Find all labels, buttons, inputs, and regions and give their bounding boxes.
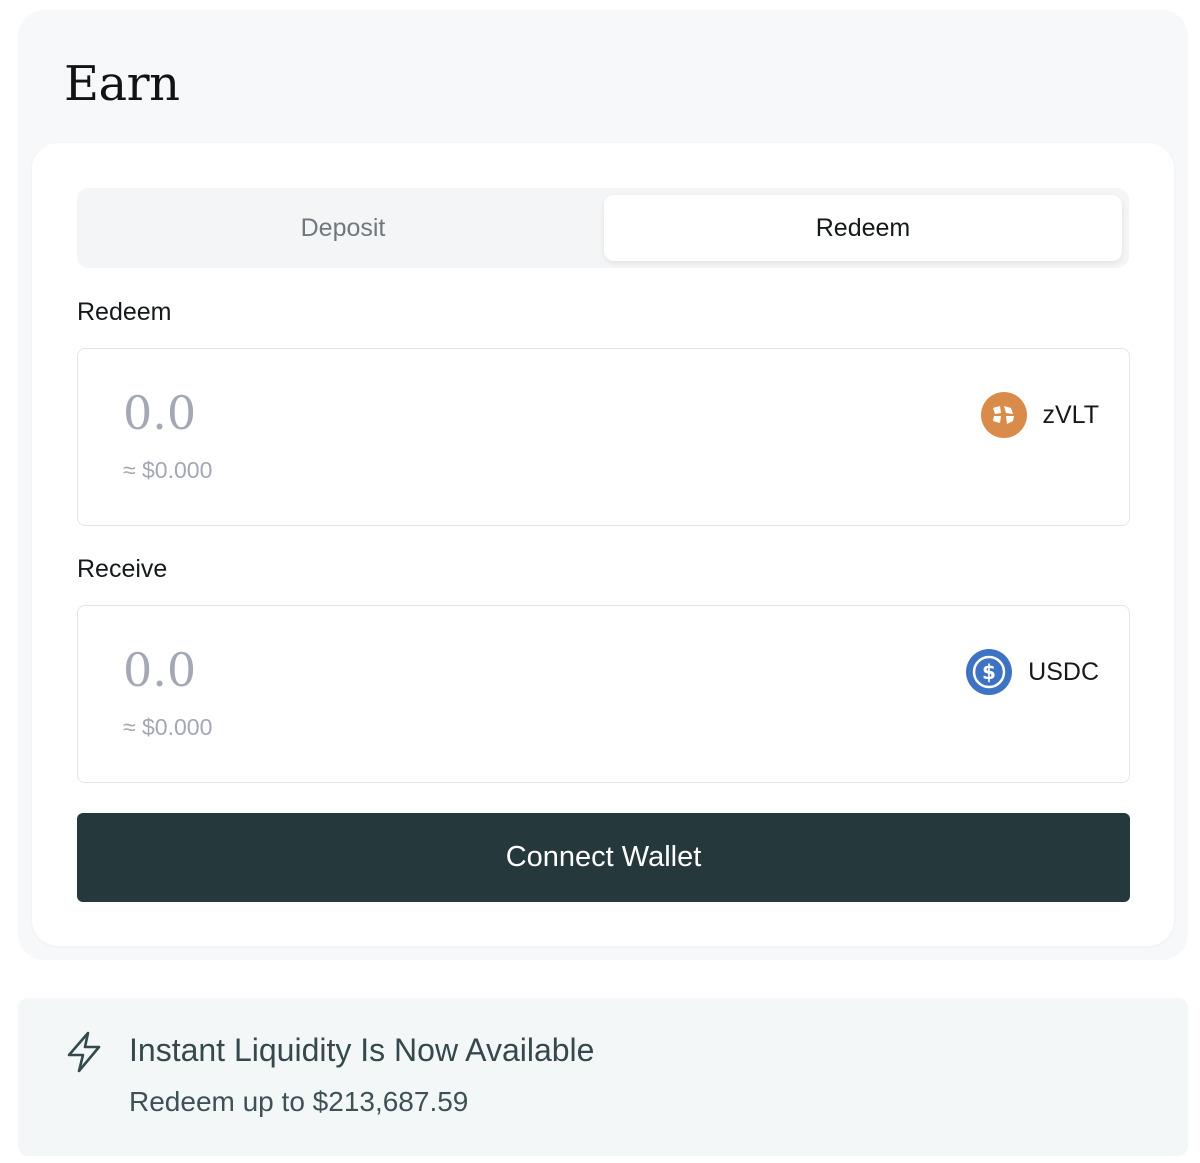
usdc-icon: $ bbox=[966, 649, 1013, 695]
receive-token-selector[interactable]: $ USDC bbox=[966, 648, 1099, 696]
banner-title: Instant Liquidity Is Now Available bbox=[129, 1032, 595, 1068]
tab-deposit[interactable]: Deposit bbox=[84, 195, 602, 261]
redeem-usd-value: ≈ $0.000 bbox=[123, 457, 213, 483]
redeem-token-name: zVLT bbox=[1042, 400, 1100, 429]
receive-amount-input[interactable] bbox=[123, 640, 723, 700]
receive-token-name: USDC bbox=[1028, 657, 1099, 686]
connect-wallet-button[interactable]: Connect Wallet bbox=[77, 813, 1130, 902]
redeem-field-label: Redeem bbox=[77, 298, 172, 326]
redeem-amount-input[interactable] bbox=[123, 383, 723, 443]
page-title: Earn bbox=[64, 56, 180, 112]
receive-amount-box: ≈ $0.000 $ USDC bbox=[77, 605, 1130, 783]
svg-text:$: $ bbox=[982, 660, 996, 684]
zvlt-icon bbox=[980, 392, 1027, 438]
earn-panel: Earn Deposit Redeem Redeem ≈ $0.000 bbox=[18, 10, 1188, 960]
redeem-token-selector[interactable]: zVLT bbox=[980, 391, 1100, 439]
banner-subtitle: Redeem up to $213,687.59 bbox=[129, 1086, 469, 1117]
tab-redeem[interactable]: Redeem bbox=[604, 195, 1122, 261]
receive-field-label: Receive bbox=[77, 555, 168, 583]
redeem-amount-box: ≈ $0.000 zVLT bbox=[77, 348, 1130, 526]
lightning-bolt-icon bbox=[64, 1030, 104, 1074]
earn-card: Deposit Redeem Redeem ≈ $0.000 zVLT bbox=[32, 143, 1174, 946]
receive-usd-value: ≈ $0.000 bbox=[123, 714, 213, 740]
tab-switcher: Deposit Redeem bbox=[77, 188, 1129, 268]
instant-liquidity-banner: Instant Liquidity Is Now Available Redee… bbox=[18, 998, 1188, 1156]
